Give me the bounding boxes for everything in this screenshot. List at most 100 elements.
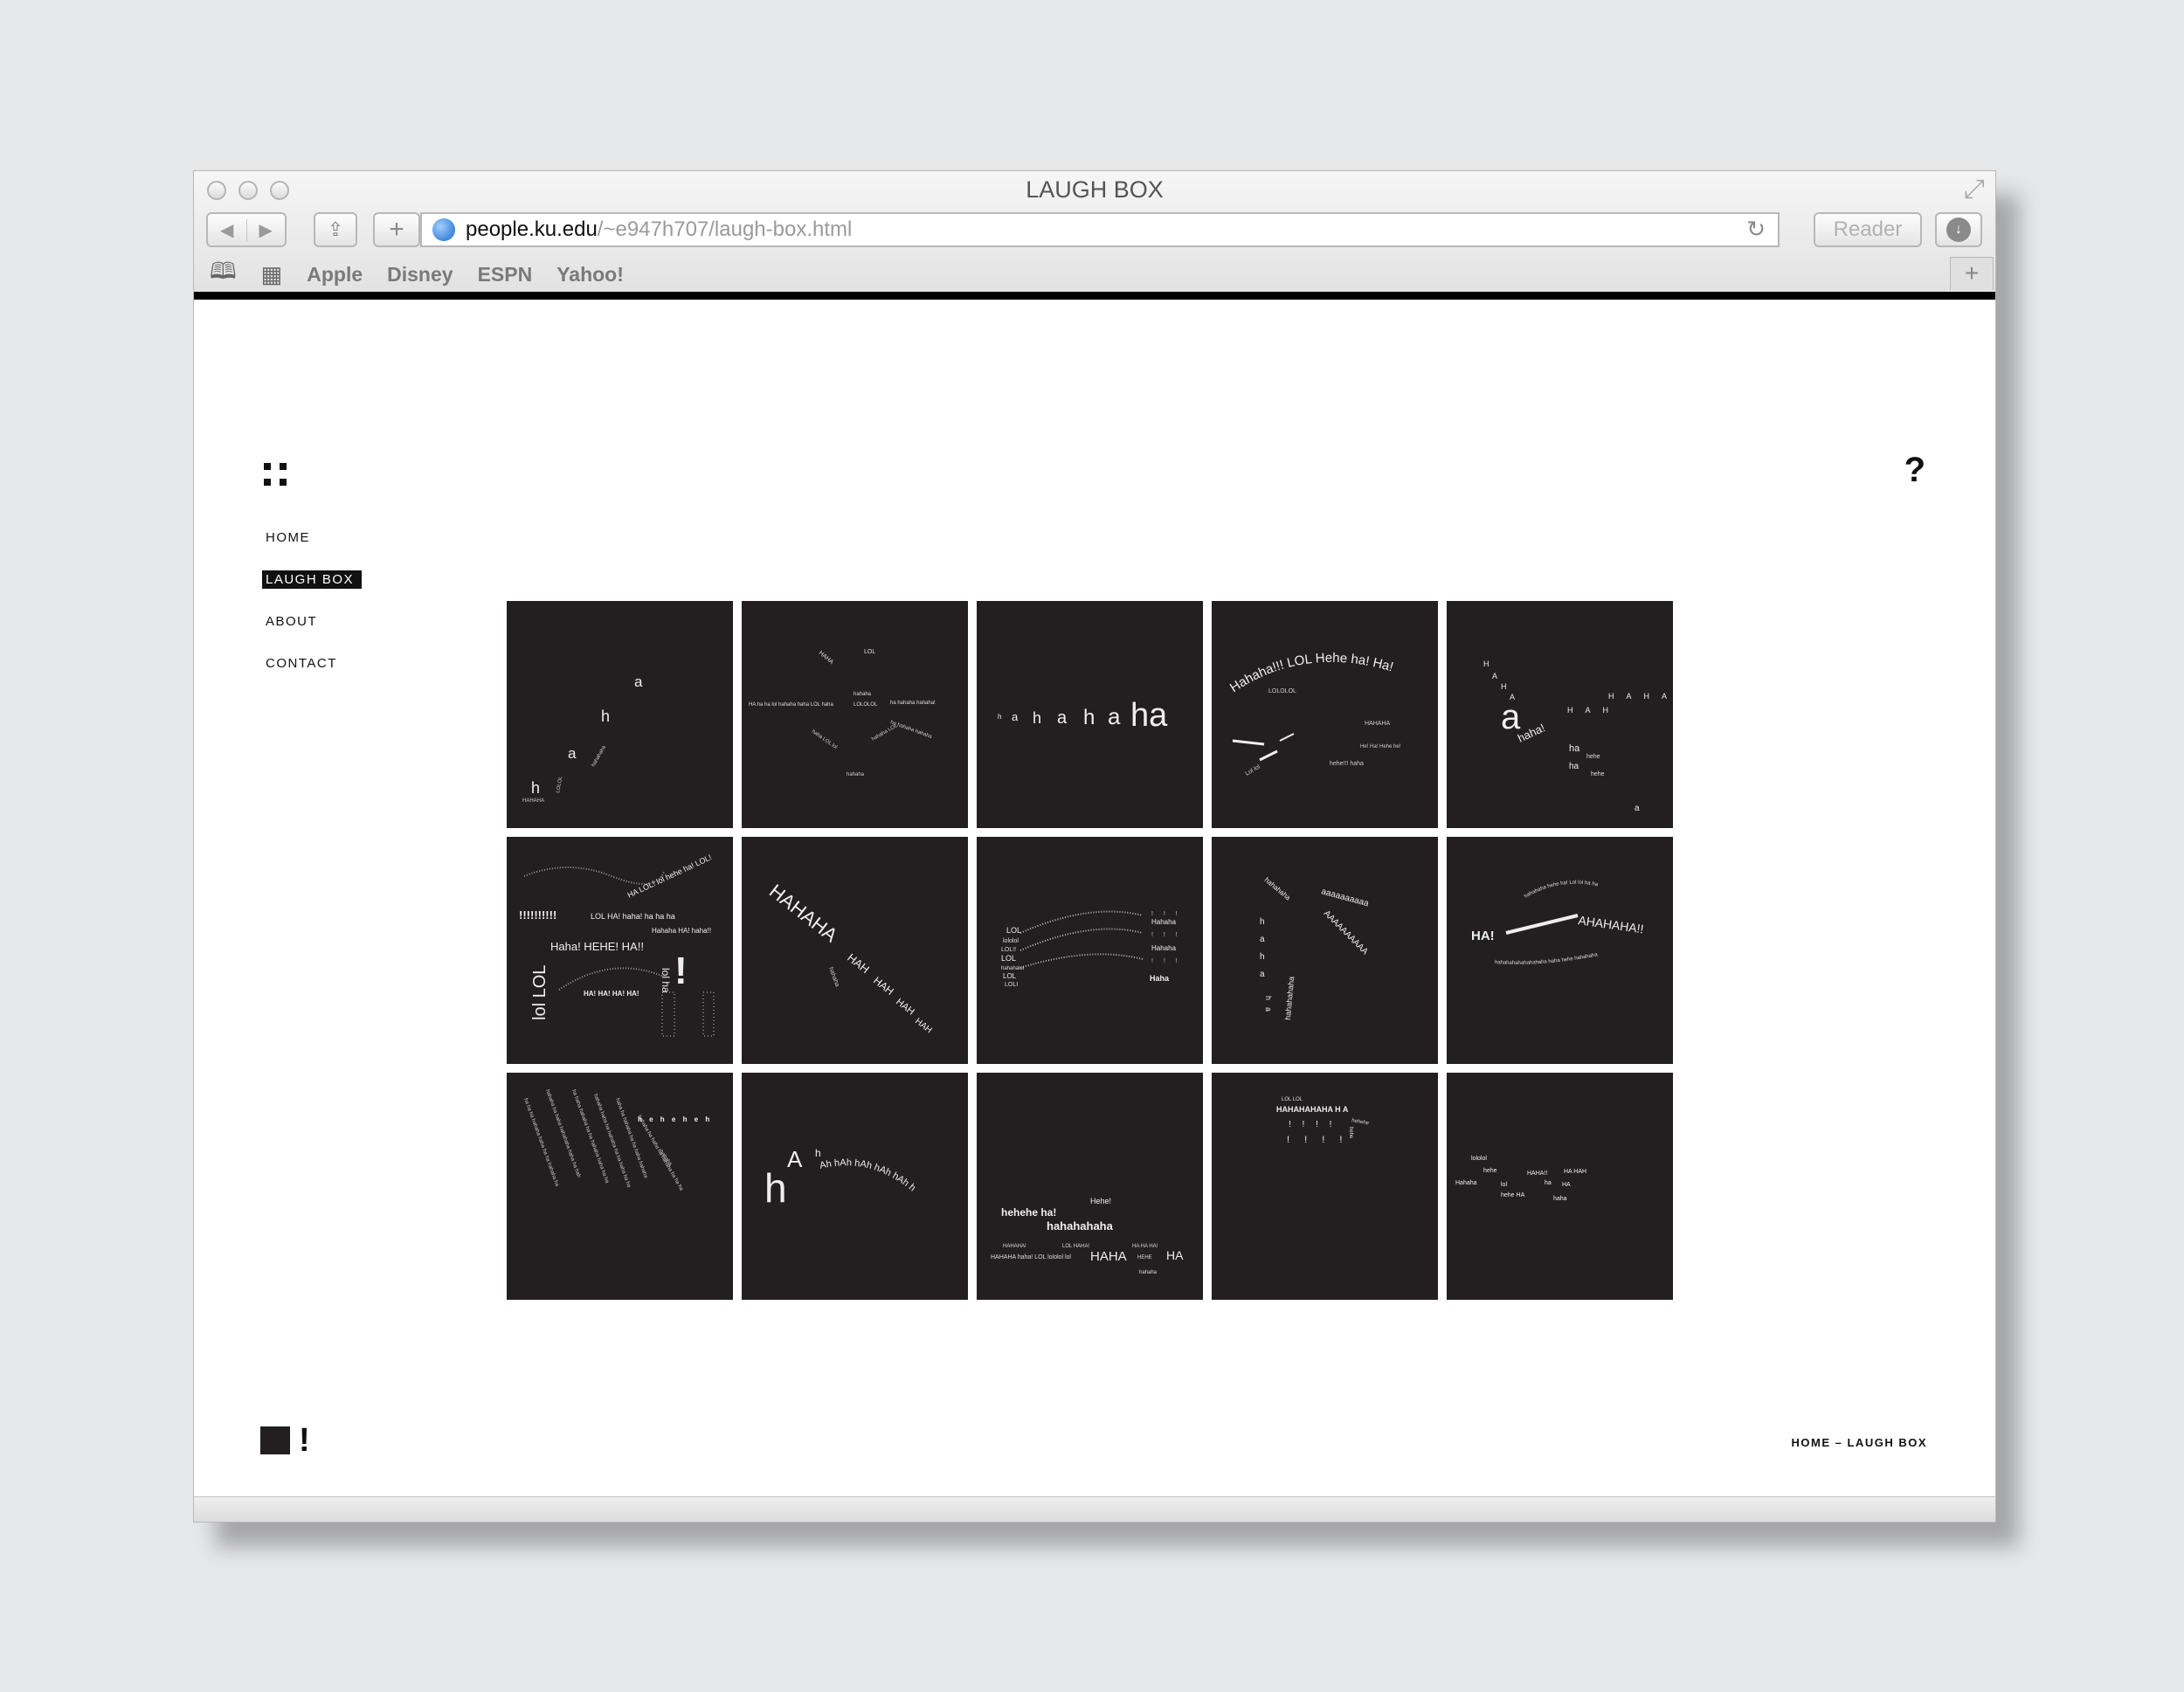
back-arrow-icon[interactable]: ◀ <box>208 219 246 241</box>
gallery-tile[interactable]: ha ha ha hahaha haha ha ha hahaha ha hah… <box>507 1073 733 1300</box>
tile-text: ! ! ! ! <box>1287 1135 1348 1145</box>
bookmark-espn[interactable]: ESPN <box>478 263 533 287</box>
plus-icon: + <box>389 215 404 244</box>
tile-text: hahahahahahahahaha haha hehe hahahaha <box>1495 952 1599 966</box>
tile-text: hahahaha hehe ha! Lol lol ha ha <box>1524 881 1599 900</box>
gallery-tile[interactable]: h a h a h a ha <box>977 601 1203 828</box>
gallery-tile[interactable]: a h a h HAHAHA LOLOL hahahaha <box>507 601 733 828</box>
tile-text: HA LOL! lol hehe ha! LOL! <box>626 853 713 899</box>
tile-text: HAHAHA! <box>1003 1244 1026 1249</box>
tile-text: h <box>764 1165 787 1211</box>
tile-text: HA ha ha lol hahaha haha LOL haha <box>749 702 834 708</box>
tile-text: a <box>1635 804 1640 813</box>
bookmark-apple[interactable]: Apple <box>307 263 363 287</box>
add-bookmark-button[interactable]: + <box>373 212 420 247</box>
tile-artwork: HAHAHA HAH HAH HAH HAH hahaha <box>765 880 934 1035</box>
tile-text: ha <box>1569 743 1580 754</box>
nav-about[interactable]: ABOUT <box>262 612 384 631</box>
tile-text: h <box>998 713 1001 721</box>
tile-text: a <box>568 745 577 762</box>
reading-list-icon[interactable]: 🕮 <box>210 255 237 294</box>
footer-logo[interactable]: ! <box>260 1424 310 1457</box>
downloads-button[interactable]: ↓ <box>1935 212 1982 247</box>
history-nav: ◀ ▶ <box>206 212 287 247</box>
tile-text: ! <box>674 950 688 992</box>
tile-text: HAH <box>845 951 872 977</box>
tile-text: HA <box>1166 1248 1184 1262</box>
nav-laugh-box[interactable]: LAUGH BOX <box>262 570 362 589</box>
reader-button[interactable]: Reader <box>1814 212 1922 247</box>
gallery-tile[interactable]: lololol hehe Hahaha lol hehe HA HAHA!! h… <box>1447 1073 1673 1300</box>
window-title: LAUGH BOX <box>1026 176 1164 203</box>
reload-icon[interactable]: ↻ <box>1746 216 1766 243</box>
forward-arrow-icon[interactable]: ▶ <box>245 218 286 241</box>
nav-home[interactable]: HOME <box>262 528 384 547</box>
gallery-tile[interactable]: HA! AHAHAHA!! hahahaha hehe ha! Lol lol … <box>1447 837 1673 1064</box>
tile-artwork: ha ha ha hahaha haha ha ha hahaha ha hah… <box>522 1089 709 1192</box>
tile-text: h <box>815 1147 821 1159</box>
share-icon: ⇪ <box>327 218 344 240</box>
tile-text: lololol <box>1003 938 1019 944</box>
tile-text: Hahaha <box>1151 918 1177 926</box>
tile-text: haha! <box>1516 721 1547 744</box>
tile-text: LOL <box>864 649 875 655</box>
gallery-tile[interactable]: H A H A a haha! H A H H A H A H ha hehe … <box>1447 601 1673 828</box>
site-logo-icon[interactable] <box>264 463 287 486</box>
tile-text: HA! <box>1471 929 1495 943</box>
help-button[interactable]: ? <box>1904 451 1925 490</box>
gallery-tile[interactable]: hahahaha aaaaaaaaaa AAAAAAAAAA h a h a h… <box>1212 837 1438 1064</box>
share-button[interactable]: ⇪ <box>314 212 357 247</box>
tile-text: A <box>787 1146 803 1172</box>
globe-icon <box>432 218 455 241</box>
tile-text: HA HA HA! <box>1132 1244 1158 1249</box>
gallery-tile[interactable]: LOL LOL HAHAHAHAHA H A hehehe ! ! ! ! ! … <box>1212 1073 1438 1300</box>
tile-text: ha <box>1545 1180 1552 1186</box>
tile-text: hehe <box>1591 771 1605 777</box>
tile-artwork: h a h a h a ha <box>998 697 1168 734</box>
tile-text: ha hahaha hahaha! <box>890 701 936 706</box>
tile-text: hahahaha <box>591 744 608 768</box>
tile-text: He! Ha! Hehe he! <box>1360 744 1401 749</box>
tile-text: Hahaha!!! LOL Hehe ha! Ha! <box>1227 651 1395 695</box>
tile-text: HAHA <box>818 650 835 666</box>
tile-text: LOL <box>1001 954 1016 963</box>
tile-text: hehe <box>1348 1127 1353 1139</box>
bookmarks-bar: 🕮 ▦ Apple Disney ESPN Yahoo! <box>210 255 624 294</box>
tile-text: H A H <box>1567 706 1614 715</box>
site-nav: HOME LAUGH BOX ABOUT CONTACT <box>262 528 384 696</box>
browser-window: LAUGH BOX ⤢ ◀ ▶ ⇪ + people.ku.edu/~e947h… <box>193 170 1996 1523</box>
tile-artwork: a h a h HAHAHA LOLOL hahahaha <box>522 673 643 804</box>
nav-contact[interactable]: CONTACT <box>262 654 384 673</box>
address-bar[interactable]: people.ku.edu/~e947h707/laugh-box.html ↻ <box>420 212 1780 247</box>
tile-text: H A H A H <box>1608 692 1673 701</box>
tile-artwork: H A H A a haha! H A H H A H A H ha hehe … <box>1483 660 1673 813</box>
tile-text: h <box>531 779 540 797</box>
tile-text: HAH <box>871 974 896 998</box>
bookmark-disney[interactable]: Disney <box>387 263 453 287</box>
web-page: ? HOME LAUGH BOX ABOUT CONTACT a h a h H… <box>194 300 1995 1498</box>
new-tab-button[interactable]: + <box>1950 257 1994 290</box>
tile-artwork: LOL LOL HAHAHAHAHA H A hehehe ! ! ! ! ! … <box>1276 1097 1370 1145</box>
gallery-tile[interactable]: HAHAHA HAH HAH HAH HAH hahaha <box>742 837 968 1064</box>
gallery-tile[interactable]: LOL lololol LOL!! LOL hahahalol LOL LOLI… <box>977 837 1203 1064</box>
tile-text: haha LOL lol <box>811 729 838 750</box>
tile-text: HAH <box>894 997 916 1018</box>
gallery-tile[interactable]: !!!!!!!!!! LOL HA! haha! ha ha ha HA LOL… <box>507 837 733 1064</box>
top-sites-grid-icon[interactable]: ▦ <box>261 261 283 288</box>
tile-text: LOL <box>1003 972 1017 980</box>
tile-artwork: HAHA LOL hahaha LOLOLOL ha hahaha hahaha… <box>749 649 936 777</box>
tile-text: ha <box>1130 697 1168 734</box>
gallery-tile[interactable]: HAHA LOL hahaha LOLOLOL ha hahaha hahaha… <box>742 601 968 828</box>
gallery-tile[interactable]: Hehe! hehehe ha! hahahahaha HAHAHA! LOL … <box>977 1073 1203 1300</box>
footer-exclamation: ! <box>299 1422 310 1459</box>
tile-text: Haha! HEHE! HA!! <box>550 940 644 953</box>
gallery-tile[interactable]: h A h Ah hAh hAh hAh hAh h <box>742 1073 968 1300</box>
tile-text: a <box>1501 698 1521 736</box>
tile-text: hahahahaha <box>1047 1219 1114 1233</box>
tile-text: HAHA <box>1090 1249 1127 1264</box>
bookmark-yahoo[interactable]: Yahoo! <box>556 263 624 287</box>
fullscreen-icon[interactable]: ⤢ <box>1964 176 1985 203</box>
gallery-tile[interactable]: Hahaha!!! LOL Hehe ha! Ha! LOLOLOL HAHAH… <box>1212 601 1438 828</box>
tile-text: HAHAHAHAHA H A <box>1276 1105 1349 1114</box>
tile-text: hehehe <box>1351 1118 1370 1127</box>
